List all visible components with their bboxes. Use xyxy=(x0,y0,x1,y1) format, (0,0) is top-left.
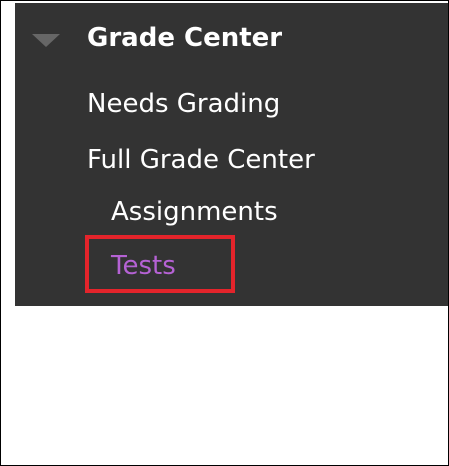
nav-item-needs-grading[interactable]: Needs Grading xyxy=(87,91,280,117)
nav-item-assignments[interactable]: Assignments xyxy=(111,199,278,225)
nav-item-full-grade-center[interactable]: Full Grade Center xyxy=(87,147,315,173)
grade-center-menu-panel: Grade Center Needs Grading Full Grade Ce… xyxy=(15,3,448,306)
collapse-triangle-icon[interactable] xyxy=(32,34,60,47)
tests-highlight-box xyxy=(85,235,235,293)
screenshot-frame: Grade Center Needs Grading Full Grade Ce… xyxy=(0,0,449,466)
grade-center-heading[interactable]: Grade Center xyxy=(87,25,282,51)
